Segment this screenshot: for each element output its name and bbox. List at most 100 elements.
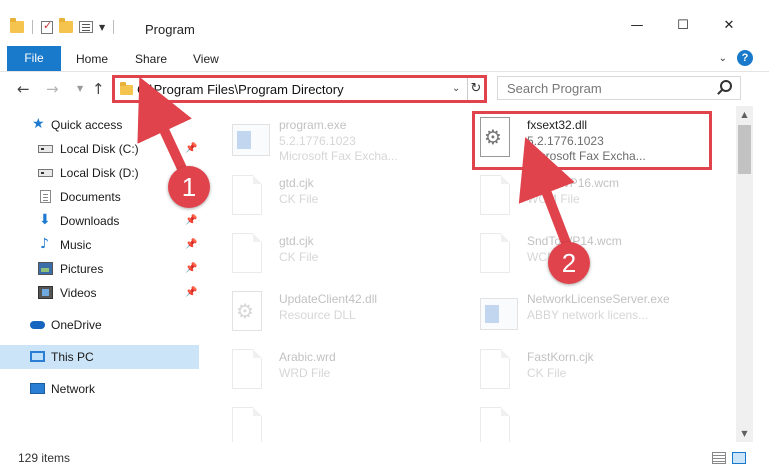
computer-icon [30,351,45,362]
cloud-icon [30,321,45,329]
file-name: gtd.cjk [279,234,314,248]
sidebar-item-onedrive[interactable]: OneDrive [0,313,199,337]
file-item[interactable]: gtd.cjk CK File [209,172,449,222]
forward-arrow-icon[interactable]: → [46,80,59,98]
music-icon: ♪ [40,236,49,252]
customize-toolbar-dropdown[interactable]: ▼ [99,23,105,32]
file-item-program-exe[interactable]: program.exe 5.2.1776.1023 Microsoft Fax … [209,114,449,164]
highlight-box [472,111,712,170]
sidebar-item-local-disk-c[interactable]: Local Disk (C:) 📌 [0,137,199,161]
sidebar-item-label: OneDrive [51,318,102,332]
up-arrow-icon[interactable]: ↑ [92,80,105,98]
navigation-pane: ★ Quick access Local Disk (C:) 📌 Local D… [0,106,203,442]
tab-share[interactable]: Share [135,52,167,66]
file-item[interactable]: UpdateClient42.dll Resource DLL [209,288,449,338]
pin-icon[interactable]: 📌 [185,215,197,226]
scroll-down-arrow-icon[interactable]: ▼ [736,425,753,442]
toolbar-separator [32,20,33,34]
navigation-bar: ← → ▼ ↑ C:\Program Files\Program Directo… [0,72,769,106]
title-bar: ▼ Program — ☐ ✕ [0,0,769,44]
file-name: Arabic.wrd [279,350,336,364]
checklist-icon[interactable] [41,19,53,34]
file-icon [480,407,510,442]
tiles-view-icon[interactable] [732,452,746,464]
file-type: WCM File [527,192,580,206]
maximize-button[interactable]: ☐ [660,18,706,40]
file-type: CK File [527,366,567,380]
search-input[interactable] [498,77,708,99]
sidebar-item-label: Local Disk (C:) [60,142,139,156]
file-item[interactable]: Arabic.wrd WRD File [209,346,449,396]
file-name: NetworkLicenseServer.exe [527,292,670,306]
file-item[interactable] [457,404,697,442]
folder-icon[interactable] [10,18,24,33]
file-version: 5.2.1776.1023 [279,134,356,148]
tab-view[interactable]: View [193,52,219,66]
pin-icon[interactable]: 📌 [185,239,197,250]
file-name: UpdateClient42.dll [279,292,378,306]
scroll-up-arrow-icon[interactable]: ▲ [736,106,753,123]
file-type: CK File [279,250,319,264]
details-view-icon[interactable] [712,452,726,464]
network-icon [30,383,45,394]
sidebar-item-label: Quick access [51,118,123,132]
file-item[interactable]: NetworkLicenseServer.exe ABBY network li… [457,288,697,338]
tab-file[interactable]: File [7,46,61,71]
file-description: Microsoft Fax Excha... [279,149,398,163]
file-item[interactable]: StodoWP16.wcm WCM File [457,172,697,222]
sidebar-item-label: Network [51,382,96,396]
expand-ribbon-chevron-icon[interactable]: ⌄ [719,53,727,64]
sidebar-item-downloads[interactable]: ⬇ Downloads 📌 [0,209,199,233]
pin-icon[interactable]: 📌 [185,263,197,274]
address-path[interactable]: C:\Program Files\Program Directory [137,82,344,97]
documents-icon [40,190,51,203]
callout-number-2: 2 [548,242,590,284]
sidebar-item-network[interactable]: Network [0,377,199,401]
sidebar-item-label: Music [60,238,92,252]
file-name: FastKorn.cjk [527,350,594,364]
sidebar-item-this-pc[interactable]: This PC [0,345,199,369]
search-icon[interactable] [720,80,732,92]
file-icon [480,233,510,273]
properties-icon[interactable] [79,21,93,33]
toolbar-separator [113,20,115,34]
sidebar-item-label: This PC [51,350,94,364]
sidebar-item-pictures[interactable]: Pictures 📌 [0,257,199,281]
download-icon: ⬇ [39,212,51,228]
callout-number-1: 1 [168,166,210,208]
sidebar-item-label: Documents [60,190,121,204]
address-bar[interactable]: C:\Program Files\Program Directory ⌄ ↻ [112,75,487,103]
sidebar-item-label: Videos [60,286,97,300]
disk-icon [38,145,53,153]
address-dropdown-icon[interactable]: ⌄ [452,83,460,94]
sidebar-item-music[interactable]: ♪ Music 📌 [0,233,199,257]
back-arrow-icon[interactable]: ← [17,80,30,98]
pin-icon[interactable]: 📌 [185,287,197,298]
sidebar-item-label: Pictures [60,262,104,276]
videos-icon [38,286,53,299]
minimize-button[interactable]: — [614,18,660,40]
sidebar-item-videos[interactable]: Videos 📌 [0,281,199,305]
help-icon[interactable]: ? [737,50,753,66]
scrollbar-thumb[interactable] [738,125,751,174]
file-item[interactable] [209,404,449,442]
tab-home[interactable]: Home [76,52,108,66]
file-item[interactable]: FastKorn.cjk CK File [457,346,697,396]
pin-icon[interactable]: 📌 [185,143,197,154]
file-name: program.exe [279,118,347,132]
recent-locations-dropdown-icon[interactable]: ▼ [77,84,83,93]
sidebar-item-label: Downloads [60,214,120,228]
close-button[interactable]: ✕ [706,18,752,40]
refresh-icon[interactable]: ↻ [467,78,484,100]
disk-icon [38,169,53,177]
file-item[interactable]: gtd.cjk CK File [209,230,449,280]
item-count: 129 items [18,451,71,465]
sidebar-item-quick-access[interactable]: ★ Quick access [0,113,199,137]
pictures-icon [38,262,53,275]
dll-gear-icon [232,291,262,331]
new-folder-icon[interactable] [59,18,73,33]
status-bar: 129 items [0,442,769,476]
file-icon [232,349,262,389]
quick-access-toolbar: ▼ [10,18,116,34]
search-box[interactable] [497,76,741,100]
